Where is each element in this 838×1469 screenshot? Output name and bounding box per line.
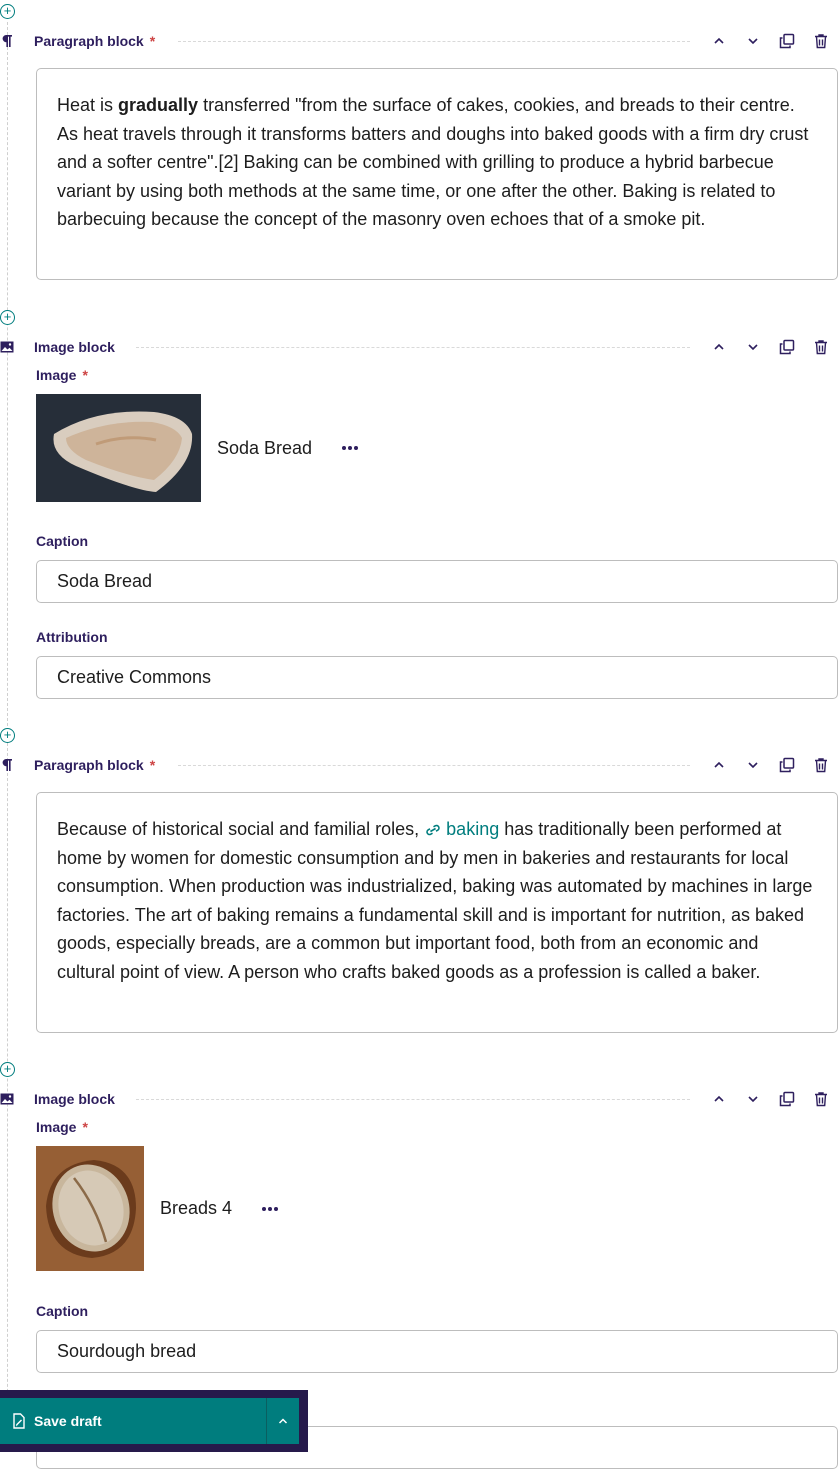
chevron-up-icon: [714, 761, 724, 768]
bin-icon: [815, 34, 827, 49]
caption-input[interactable]: Sourdough bread: [36, 1330, 838, 1373]
move-down-button[interactable]: [736, 755, 770, 775]
chevron-down-icon: [748, 38, 758, 45]
copy-icon: [779, 757, 795, 773]
block-title: Image block: [34, 339, 115, 355]
bin-icon: [815, 758, 827, 773]
move-down-button[interactable]: [736, 1089, 770, 1109]
copy-icon: [779, 1091, 795, 1107]
add-block-button[interactable]: +: [0, 310, 15, 325]
block-header: Paragraph block *: [0, 755, 838, 775]
image-chooser[interactable]: Breads 4: [36, 1146, 279, 1271]
copy-icon: [779, 339, 795, 355]
image-title: Breads 4: [160, 1198, 233, 1218]
paragraph-editor[interactable]: Heat is gradually transferred "from the …: [36, 68, 838, 280]
duplicate-button[interactable]: [770, 755, 804, 775]
image-icon: [0, 1091, 14, 1107]
move-up-button[interactable]: [702, 1089, 736, 1109]
duplicate-button[interactable]: [770, 31, 804, 51]
chevron-down-icon: [748, 762, 758, 769]
more-actions-toggle[interactable]: [267, 1398, 299, 1444]
move-up-button[interactable]: [702, 755, 736, 775]
caption-label: Caption: [36, 1303, 89, 1319]
breads-thumbnail[interactable]: [36, 1146, 144, 1271]
image-field-label: Image *: [36, 1119, 88, 1135]
delete-button[interactable]: [804, 1089, 838, 1109]
pilcrow-icon: [0, 757, 14, 773]
header-divider: [178, 41, 690, 42]
copy-icon: [779, 33, 795, 49]
delete-button[interactable]: [804, 31, 838, 51]
image-chooser[interactable]: Soda Bread: [36, 394, 359, 502]
delete-button[interactable]: [804, 755, 838, 775]
caption-label: Caption: [36, 533, 89, 549]
paragraph-editor[interactable]: Because of historical social and familia…: [36, 792, 838, 1033]
block-header: Image block: [0, 1089, 838, 1109]
chevron-down-icon: [748, 1096, 758, 1103]
delete-button[interactable]: [804, 337, 838, 357]
header-divider: [136, 1099, 690, 1100]
inline-link[interactable]: baking: [424, 819, 499, 839]
duplicate-button[interactable]: [770, 1089, 804, 1109]
image-icon: [0, 339, 14, 355]
header-divider: [136, 347, 690, 348]
block-title: Paragraph block *: [34, 757, 156, 773]
block-header: Paragraph block *: [0, 31, 838, 51]
bin-icon: [815, 340, 827, 355]
move-up-button[interactable]: [702, 31, 736, 51]
save-draft-button[interactable]: Save draft: [0, 1398, 266, 1444]
duplicate-button[interactable]: [770, 337, 804, 357]
attribution-label: Attribution: [36, 629, 108, 645]
block-title: Image block: [34, 1091, 115, 1107]
draft-icon: [12, 1413, 26, 1429]
more-options-button[interactable]: [262, 1199, 279, 1219]
bin-icon: [815, 1092, 827, 1107]
more-options-button[interactable]: [342, 438, 359, 458]
add-block-button[interactable]: +: [0, 728, 15, 743]
header-divider: [178, 765, 690, 766]
attribution-input[interactable]: Creative Commons: [36, 656, 838, 699]
pilcrow-icon: [0, 33, 14, 49]
add-block-button[interactable]: +: [0, 1062, 15, 1077]
chevron-up-icon: [278, 1418, 288, 1424]
image-field-label: Image *: [36, 367, 88, 383]
add-block-button[interactable]: +: [0, 4, 15, 19]
move-up-button[interactable]: [702, 337, 736, 357]
move-down-button[interactable]: [736, 337, 770, 357]
image-title: Soda Bread: [217, 437, 313, 458]
footer-actions: Save draft: [0, 1390, 308, 1452]
block-title: Paragraph block *: [34, 33, 156, 49]
link-icon: [426, 824, 440, 836]
chevron-up-icon: [714, 37, 724, 44]
move-down-button[interactable]: [736, 31, 770, 51]
chevron-down-icon: [748, 344, 758, 351]
caption-input[interactable]: Soda Bread: [36, 560, 838, 603]
chevron-up-icon: [714, 1095, 724, 1102]
block-header: Image block: [0, 337, 838, 357]
soda-bread-thumbnail[interactable]: [36, 394, 201, 502]
chevron-up-icon: [714, 343, 724, 350]
